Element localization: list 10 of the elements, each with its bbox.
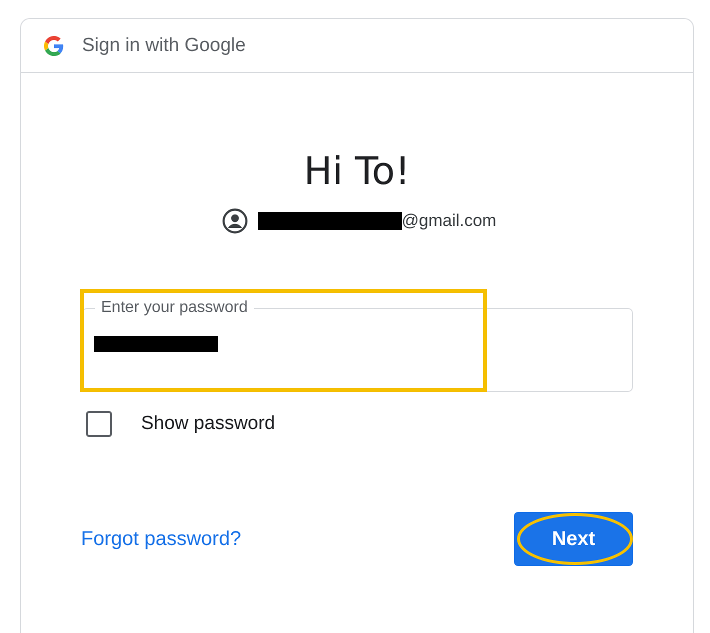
account-avatar-icon <box>222 208 248 234</box>
google-logo-icon <box>44 36 64 56</box>
greeting-heading: Hi To! <box>302 148 412 195</box>
field-label: Enter your password <box>95 298 254 318</box>
checkbox-label: Show password <box>141 413 276 435</box>
email-text: @gmail.com <box>402 211 496 231</box>
checkbox[interactable] <box>86 411 112 437</box>
forgot-password-link[interactable]: Forgot password? <box>81 528 242 550</box>
next-button[interactable]: Next <box>514 512 633 566</box>
header-title: Sign in with Google <box>82 34 246 56</box>
